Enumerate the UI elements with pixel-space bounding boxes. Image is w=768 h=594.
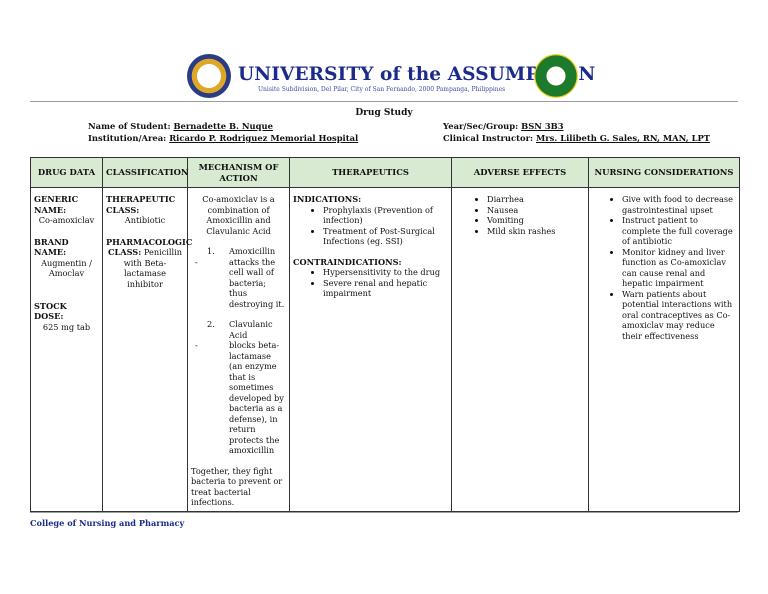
table-header-row: DRUG DATA CLASSIFICATION MECHANISM OF AC… [30,157,740,188]
therapeutics-cell: INDICATIONS: Prophylaxis (Prevention of … [289,187,452,512]
step-dash: - [195,340,198,350]
institution-line: Institution/Area: Ricardo P. Rodriguez M… [88,133,358,143]
header-nursing-considerations: NURSING CONSIDERATIONS [588,157,740,188]
mechanism-step-clavulanic-desc: - blocks beta-lactamase (an enzyme that … [191,340,286,456]
year-label: Year/Sec/Group: [443,121,519,131]
mechanism-step-amoxicillin-desc: - attacks the cell wall of bacteria; thu… [191,257,286,310]
therapeutic-class-label: THERAPEUTIC CLASS: [106,194,176,215]
step-number: 1. [207,246,215,256]
generic-name-label: GENERIC NAME: [34,194,79,215]
stock-dose-label: STOCK DOSE: [34,300,67,322]
header-drug-data: DRUG DATA [30,157,103,188]
list-item: Monitor kidney and liver function as Co-… [622,247,736,289]
institution-label: Institution/Area: [88,133,167,143]
document-title: Drug Study [355,108,413,118]
pharmacologic-class-inline: Penicillin [143,247,183,257]
university-seal-logo [187,54,231,98]
drug-study-table: DRUG DATA CLASSIFICATION MECHANISM OF AC… [30,157,740,512]
step-description: blocks beta-lactamase (an enzyme that is… [229,340,284,455]
table-row: GENERIC NAME: Co-amoxiclav BRAND NAME: A… [30,187,740,512]
generic-name-value: Co-amoxiclav [38,215,95,225]
list-item: Prophylaxis (Prevention of infection) [323,205,448,226]
adverse-effects-list: Diarrhea Nausea Vomiting Mild skin rashe… [455,194,585,236]
pharmacologic-class-rest: with Beta-lactamase inhibitor [123,257,167,289]
instructor-line: Clinical Instructor: Mrs. Lilibeth G. Sa… [443,133,710,143]
brand-name-label: BRAND NAME: [34,236,69,258]
list-item: Hypersensitivity to the drug [323,267,448,278]
header-mechanism: MECHANISM OF ACTION [187,157,290,188]
header-therapeutics: THERAPEUTICS [289,157,452,188]
city-seal-logo [534,54,578,98]
list-item: Treatment of Post-Surgical Infections (e… [323,226,448,247]
list-item: Diarrhea [487,194,585,205]
footer-divider [30,512,738,513]
list-item: Give with food to decrease gastrointesti… [622,194,736,215]
contraindications-list: Hypersensitivity to the drug Severe rena… [293,267,448,299]
mechanism-intro: Co-amoxiclav is a combination of Amoxici… [202,194,275,236]
student-value: Bernadette B. Nuque [173,121,273,131]
brand-name-value: Augmentin / Amoclav [41,257,92,279]
list-item: Instruct patient to complete the full co… [622,215,736,247]
indications-label: INDICATIONS: [293,194,362,204]
mechanism-cell: Co-amoxiclav is a combination of Amoxici… [187,187,290,512]
year-group-line: Year/Sec/Group: BSN 3B3 [443,121,564,131]
nursing-considerations-cell: Give with food to decrease gastrointesti… [588,187,740,512]
list-item: Warn patients about potential interactio… [622,289,736,342]
stock-dose-value: 625 mg tab [42,321,91,332]
header-classification: CLASSIFICATION [102,157,189,188]
instructor-label: Clinical Instructor: [443,133,534,143]
footer-college: College of Nursing and Pharmacy [30,518,185,528]
step-title: Amoxicillin [229,246,276,256]
pharmacologic-class: PHARMACOLOGIC CLASS: Penicillin with Bet… [106,237,192,290]
step-number: 2. [207,319,215,329]
mechanism-step-amoxicillin: 1. Amoxicillin [191,246,286,257]
step-title: Clavulanic Acid [229,319,273,340]
classification-cell: THERAPEUTIC CLASS: Antibiotic PHARMACOLO… [102,187,192,512]
year-value: BSN 3B3 [521,121,564,131]
drug-data-cell: GENERIC NAME: Co-amoxiclav BRAND NAME: A… [30,187,103,512]
nursing-considerations-list: Give with food to decrease gastrointesti… [592,194,736,341]
institution-value: Ricardo P. Rodriguez Memorial Hospital [169,133,359,143]
header-adverse-effects: ADVERSE EFFECTS [451,157,589,188]
university-address: Unisite Subdivision, Del Pilar, City of … [258,86,506,93]
list-item: Nausea [487,205,585,216]
student-name-line: Name of Student: Bernadette B. Nuque [88,121,273,131]
mechanism-conclusion: Together, they fight bacteria to prevent… [191,465,283,508]
student-label: Name of Student: [88,121,171,131]
step-dash: - [195,256,198,267]
therapeutic-class-value: Antibiotic [124,215,166,225]
step-description: attacks the cell wall of bacteria; thus … [229,256,285,309]
list-item: Vomiting [487,215,585,226]
indications-list: Prophylaxis (Prevention of infection) Tr… [293,205,448,247]
contraindications-label: CONTRAINDICATIONS: [293,256,402,267]
list-item: Mild skin rashes [487,226,585,237]
header-divider [30,101,738,102]
instructor-value: Mrs. Lilibeth G. Sales, RN, MAN, LPT [536,133,710,143]
mechanism-step-clavulanic: 2. Clavulanic Acid [191,319,286,340]
adverse-effects-cell: Diarrhea Nausea Vomiting Mild skin rashe… [451,187,589,512]
list-item: Severe renal and hepatic impairment [323,278,448,299]
